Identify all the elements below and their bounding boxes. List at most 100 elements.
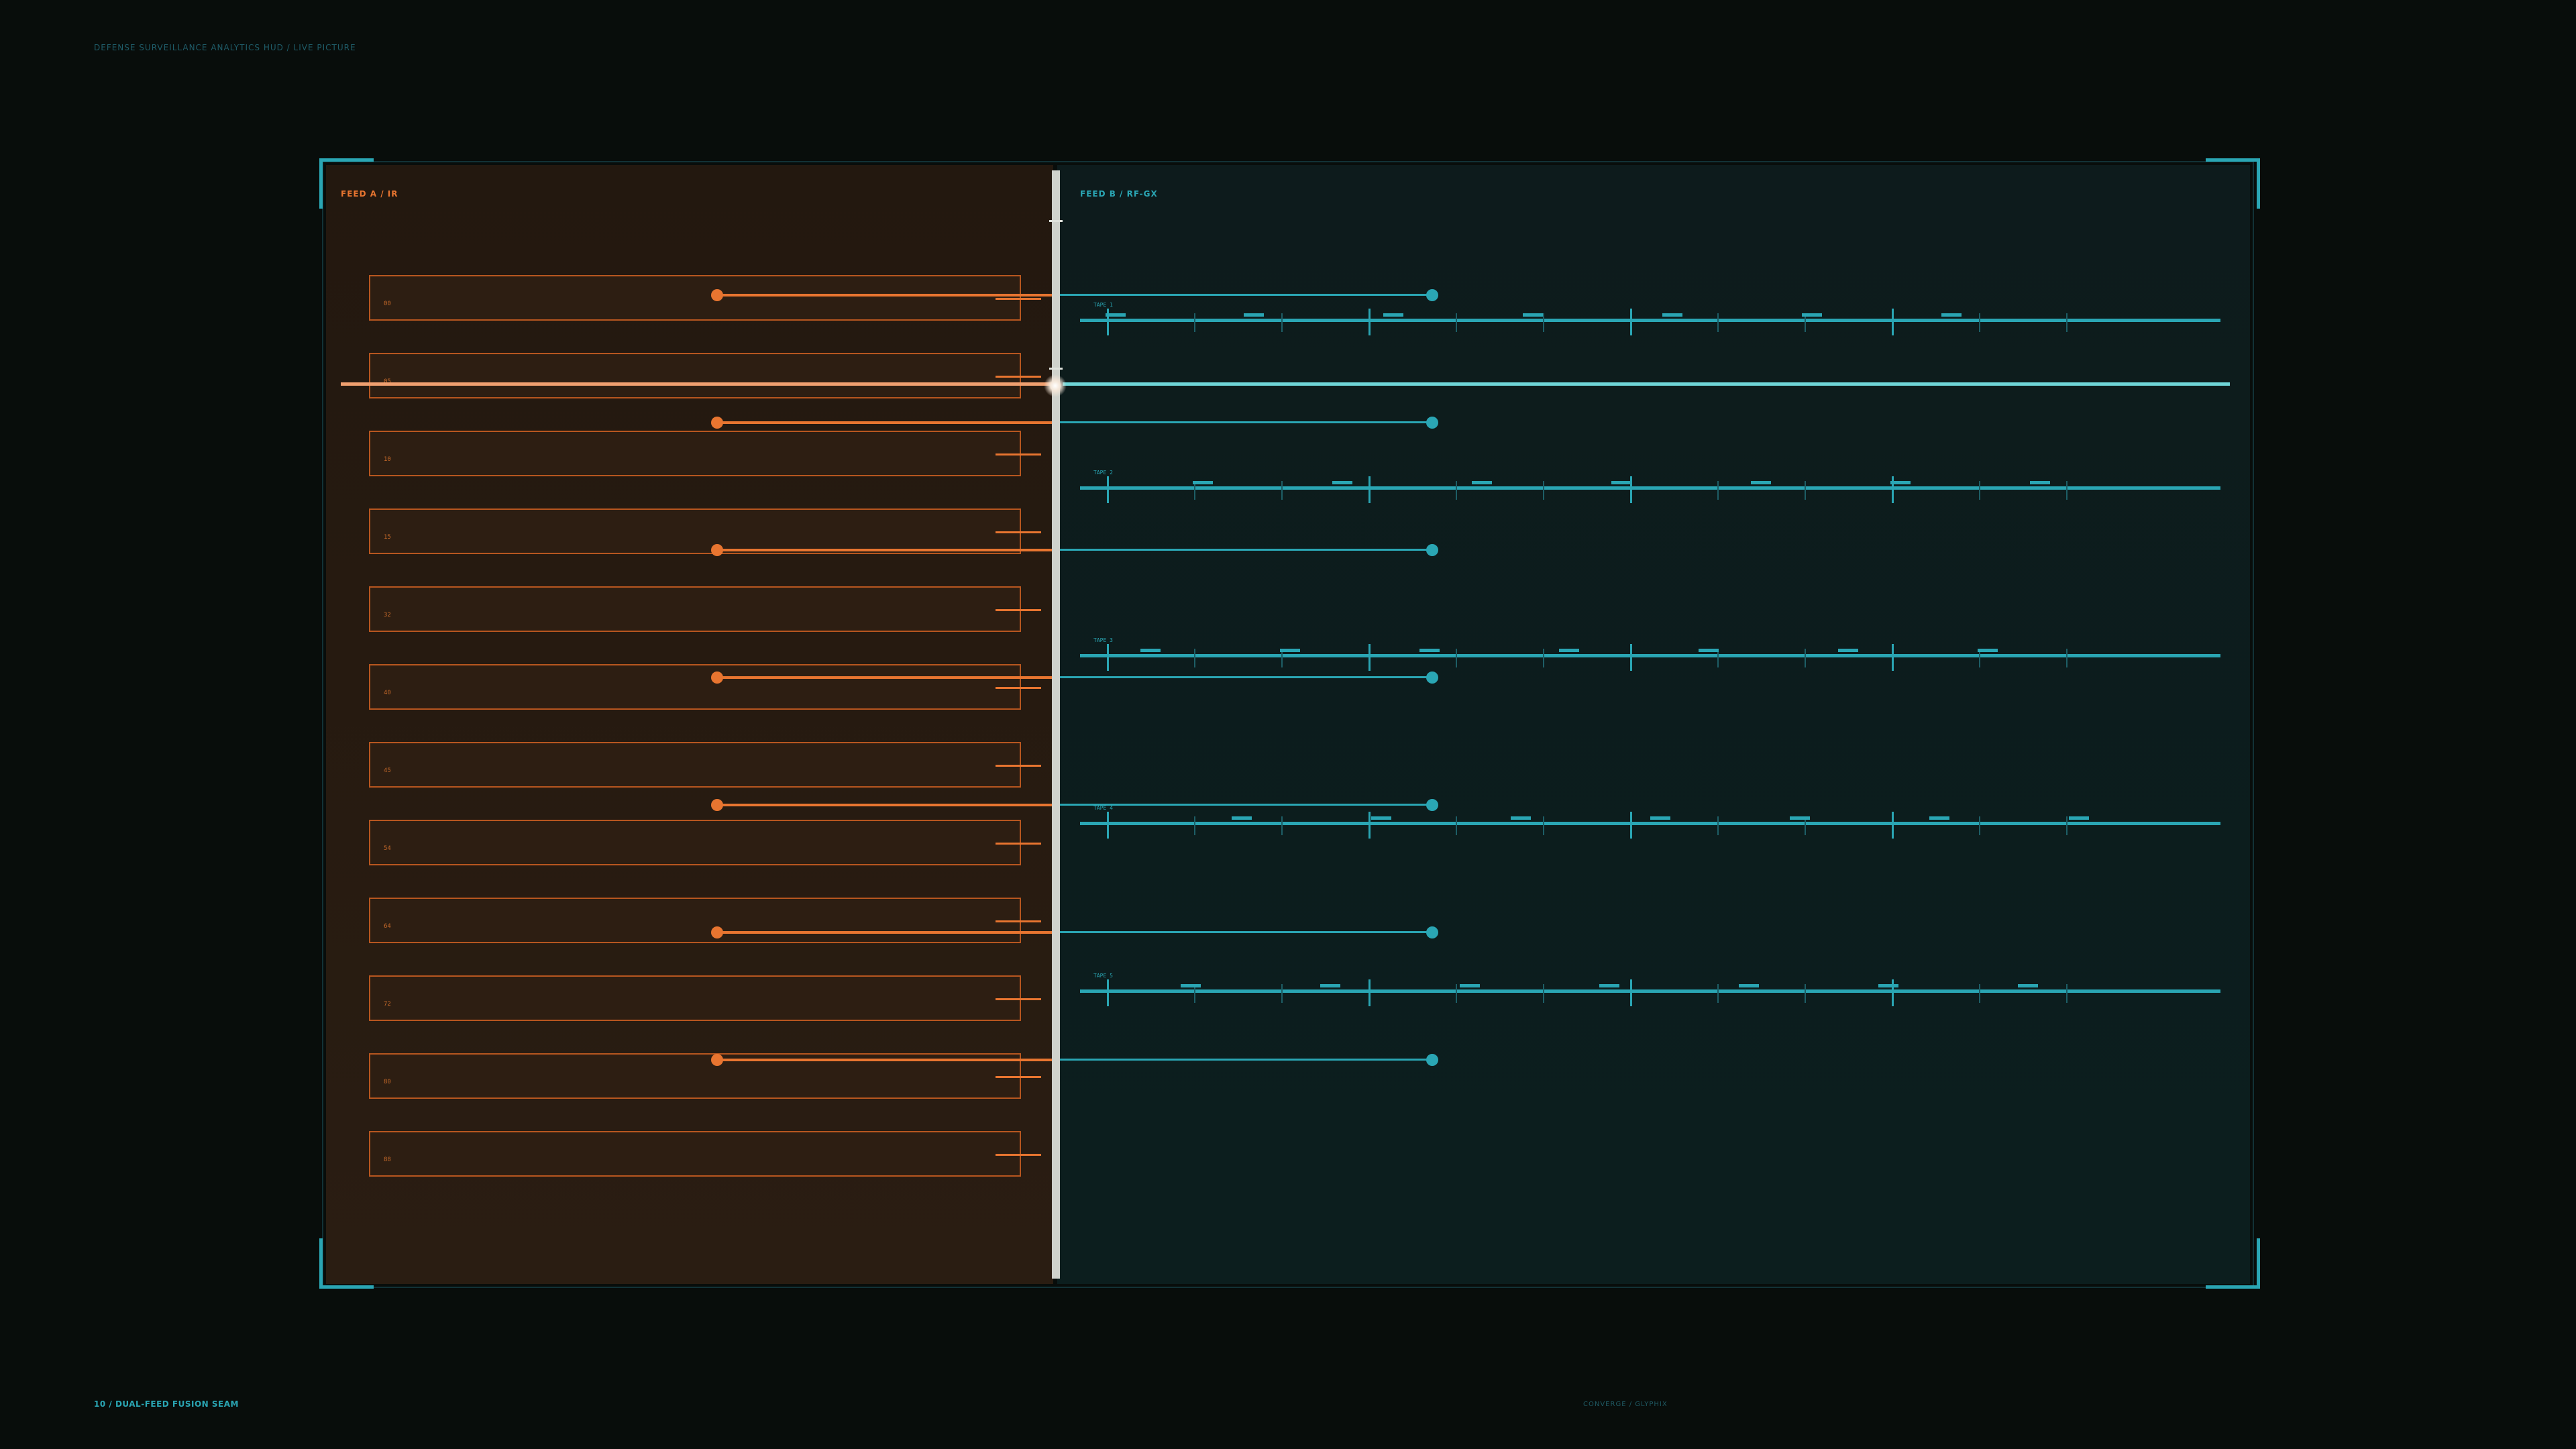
ir-track-label: 15 [384,534,391,541]
rf-tape-marker [1838,649,1858,652]
rf-tape-minor-tick [1543,313,1544,332]
ir-track-row[interactable]: 15 [369,508,1021,554]
rf-tape-minor-tick [2066,313,2068,332]
rf-contact-dot[interactable] [1426,799,1438,811]
rf-tape-marker [1650,816,1670,820]
ir-track-row[interactable]: 32 [369,586,1021,632]
ir-row-tick [996,1076,1041,1078]
ir-row-tick [996,687,1041,689]
ir-track-label: 45 [384,767,391,774]
rf-tape-minor-tick [1456,984,1457,1003]
rf-tape-marker [1472,481,1492,484]
rf-tape-minor-tick [1281,313,1283,332]
rf-tape-marker [1978,649,1998,652]
ir-track-row[interactable]: 05 [369,353,1021,398]
rf-contact-dot[interactable] [1426,289,1438,301]
ir-track-label: 40 [384,690,391,696]
ir-track-row[interactable]: 00 [369,275,1021,321]
rf-tape-major-tick [1630,644,1632,671]
rf-contact-dot[interactable] [1426,1054,1438,1066]
rf-tape-minor-tick [1456,816,1457,835]
rf-tape-minor-tick [1805,649,1806,667]
ir-track-row[interactable]: 45 [369,742,1021,788]
rf-tape-minor-tick [1805,984,1806,1003]
footer-title: 10 / DUAL-FEED FUSION SEAM [94,1399,239,1409]
ir-row-tick [996,1154,1041,1156]
ir-track-label: 00 [384,301,391,307]
rf-tape-marker [2018,984,2038,987]
ir-row-tick [996,531,1041,533]
ir-row-tick [996,298,1041,300]
ir-track-row[interactable]: 72 [369,975,1021,1021]
rf-tape-marker [1523,313,1543,317]
rf-tape[interactable]: TAPE 1 [1080,302,2220,335]
ir-track-row[interactable]: 88 [369,1131,1021,1177]
rf-tape-baseline [1080,989,2220,993]
rf-tape-minor-tick [1805,481,1806,500]
rf-tape[interactable]: TAPE 2 [1080,470,2220,503]
rf-tape-major-tick [1368,812,1371,839]
ir-track-row[interactable]: 10 [369,431,1021,476]
rf-tape-marker [2069,816,2089,820]
rf-tape-minor-tick [1456,481,1457,500]
rf-tape-marker [1739,984,1759,987]
rf-contact-dot[interactable] [1426,417,1438,429]
rf-tape-marker [1611,481,1631,484]
rf-tape-minor-tick [1717,481,1719,500]
ir-track-row[interactable]: 54 [369,820,1021,865]
rf-contact-dot[interactable] [1426,544,1438,556]
ir-track-label: 72 [384,1001,391,1008]
footer-credit: CONVERGE / GLYPHIX [1583,1401,1668,1408]
ir-row-tick [996,998,1041,1000]
ir-track-row[interactable]: 64 [369,898,1021,943]
rf-tape-major-tick [1107,812,1109,839]
rf-tape[interactable]: TAPE 4 [1080,805,2220,839]
rf-tape-minor-tick [2066,649,2068,667]
rf-tape-marker [1244,313,1264,317]
rf-tape-minor-tick [1281,984,1283,1003]
rf-tape-marker [1751,481,1771,484]
rf-tape-marker [2030,481,2050,484]
rf-tape-marker [1802,313,1822,317]
rf-tape-major-tick [1892,644,1894,671]
rf-contact-link [1060,1059,1433,1061]
ir-row-tick [996,843,1041,845]
rf-tape-minor-tick [1194,816,1195,835]
feed-b-panel[interactable] [1057,165,2250,1284]
rf-tape-minor-tick [1717,816,1719,835]
rf-contact-dot[interactable] [1426,926,1438,938]
rf-tape-marker [1280,649,1300,652]
ir-row-tick [996,453,1041,455]
feed-a-panel[interactable] [326,165,1053,1284]
rf-tape-label: TAPE 4 [1093,805,1113,811]
rf-tape-major-tick [1892,812,1894,839]
fusion-seam-handle[interactable] [1052,170,1060,1279]
ir-track-label: 80 [384,1079,391,1085]
rf-contact-link [1060,804,1433,806]
rf-tape-major-tick [1107,979,1109,1006]
rf-tape-major-tick [1630,812,1632,839]
ir-track-row[interactable]: 40 [369,664,1021,710]
rf-contact-link [1060,931,1433,933]
ir-contact-link [716,549,1052,551]
rf-contact-dot[interactable] [1426,672,1438,684]
rf-tape-marker [1106,313,1126,317]
rf-tape-major-tick [1630,309,1632,335]
rf-tape-minor-tick [1281,481,1283,500]
rf-tape-baseline [1080,822,2220,825]
rf-tape[interactable]: TAPE 3 [1080,637,2220,671]
rf-tape-minor-tick [1979,313,1980,332]
rf-contact-link [1060,421,1433,423]
rf-tape-marker [1193,481,1213,484]
rf-tape-minor-tick [1543,816,1544,835]
rf-tape-marker [1511,816,1531,820]
rf-tape-major-tick [1107,309,1109,335]
rf-tape-minor-tick [1456,649,1457,667]
ir-track-label: 54 [384,845,391,852]
rf-tape-minor-tick [1979,816,1980,835]
rf-tape[interactable]: TAPE 5 [1080,973,2220,1006]
ir-contact-link [716,421,1052,424]
page-breadcrumb: DEFENSE SURVEILLANCE ANALYTICS HUD / LIV… [94,43,356,52]
ir-contact-link [716,1059,1052,1061]
rf-tape-marker [1383,313,1403,317]
